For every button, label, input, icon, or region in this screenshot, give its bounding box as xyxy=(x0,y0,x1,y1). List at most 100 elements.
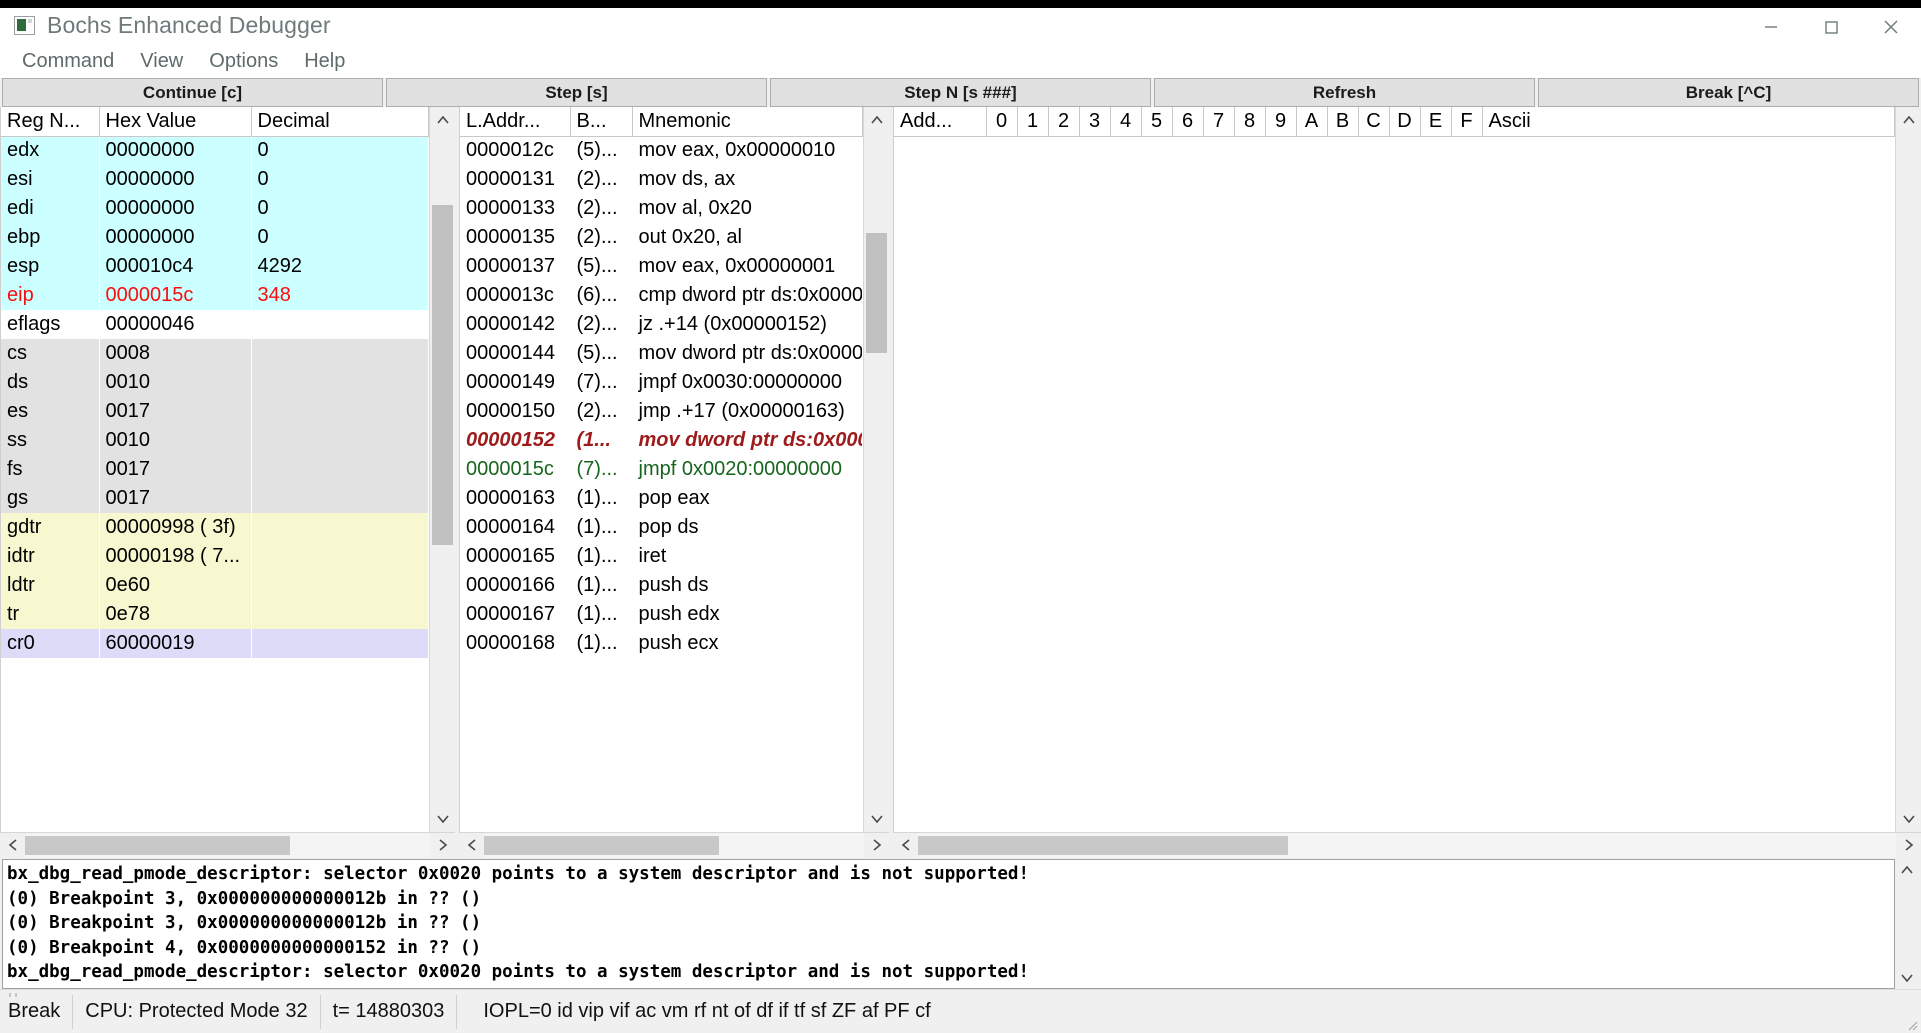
memory-hscroll-thumb[interactable] xyxy=(918,836,1288,855)
menu-item-command[interactable]: Command xyxy=(12,48,124,75)
console-scroll-up-icon[interactable] xyxy=(1895,859,1919,881)
disassembly-scroll-down-icon[interactable] xyxy=(864,806,889,832)
memory-scroll-down-icon[interactable] xyxy=(1896,806,1921,832)
memory-scroll-track[interactable] xyxy=(1896,133,1921,806)
maximize-button[interactable] xyxy=(1801,8,1861,45)
disassembly-row[interactable]: 00000167(1)...push edx xyxy=(460,600,863,629)
register-row[interactable]: cs0008 xyxy=(1,339,429,368)
disassembly-row[interactable]: 00000152(1...mov dword ptr ds:0x000 xyxy=(460,426,863,455)
disassembly-scroll-up-icon[interactable] xyxy=(864,107,889,133)
menu-item-view[interactable]: View xyxy=(130,48,193,75)
disassembly-row[interactable]: 00000150(2)...jmp .+17 (0x00000163) xyxy=(460,397,863,426)
disassembly-row[interactable]: 0000015c(7)...jmpf 0x0020:00000000 xyxy=(460,455,863,484)
disassembly-row[interactable]: 00000166(1)...push ds xyxy=(460,571,863,600)
memory-col-e[interactable]: E xyxy=(1420,107,1451,136)
memory-scroll-up-icon[interactable] xyxy=(1896,107,1921,133)
register-row[interactable]: esp000010c44292 xyxy=(1,252,429,281)
memory-hscroll-right-icon[interactable] xyxy=(1896,833,1921,858)
memory-col-4[interactable]: 4 xyxy=(1110,107,1141,136)
disassembly-hscroll-right-icon[interactable] xyxy=(864,833,889,858)
console-scroll-track[interactable] xyxy=(1895,881,1919,967)
disassembly-col-address[interactable]: L.Addr... xyxy=(460,107,570,136)
disassembly-row[interactable]: 00000133(2)...mov al, 0x20 xyxy=(460,194,863,223)
console-vertical-scrollbar[interactable] xyxy=(1895,859,1919,989)
memory-col-1[interactable]: 1 xyxy=(1017,107,1048,136)
memory-col-6[interactable]: 6 xyxy=(1172,107,1203,136)
memory-col-0[interactable]: 0 xyxy=(986,107,1017,136)
continue-button[interactable]: Continue [c] xyxy=(2,78,383,107)
register-row[interactable]: edx000000000 xyxy=(1,136,429,165)
minimize-button[interactable] xyxy=(1741,8,1801,45)
register-col-name[interactable]: Reg N... xyxy=(1,107,99,136)
register-row[interactable]: idtr00000198 ( 7... xyxy=(1,542,429,571)
memory-col-7[interactable]: 7 xyxy=(1203,107,1234,136)
memory-hscroll-left-icon[interactable] xyxy=(893,833,918,858)
disassembly-hscroll-thumb[interactable] xyxy=(484,836,719,855)
register-hscroll-left-icon[interactable] xyxy=(0,833,25,858)
disassembly-row[interactable]: 00000135(2)...out 0x20, al xyxy=(460,223,863,252)
register-row[interactable]: ldtr0e60 xyxy=(1,571,429,600)
register-row[interactable]: tr0e78 xyxy=(1,600,429,629)
disassembly-col-bytes[interactable]: B... xyxy=(570,107,632,136)
disassembly-row[interactable]: 00000163(1)...pop eax xyxy=(460,484,863,513)
memory-hscroll-track[interactable] xyxy=(918,833,1896,858)
memory-col-9[interactable]: 9 xyxy=(1265,107,1296,136)
disassembly-row[interactable]: 0000013c(6)...cmp dword ptr ds:0x0000 xyxy=(460,281,863,310)
register-scroll-up-icon[interactable] xyxy=(430,107,455,133)
disassembly-row[interactable]: 0000012c(5)...mov eax, 0x00000010 xyxy=(460,136,863,165)
memory-col-d[interactable]: D xyxy=(1389,107,1420,136)
register-row[interactable]: ebp000000000 xyxy=(1,223,429,252)
console-output[interactable]: bx_dbg_read_pmode_descriptor: selector 0… xyxy=(2,859,1895,989)
register-row[interactable]: es0017 xyxy=(1,397,429,426)
register-hscroll-track[interactable] xyxy=(25,833,430,858)
disassembly-hscroll-left-icon[interactable] xyxy=(459,833,484,858)
disassembly-row[interactable]: 00000137(5)...mov eax, 0x00000001 xyxy=(460,252,863,281)
memory-col-b[interactable]: B xyxy=(1327,107,1358,136)
register-vertical-scrollbar[interactable] xyxy=(429,107,455,832)
resize-grip-icon[interactable] xyxy=(1904,1017,1918,1031)
break-button[interactable]: Break [^C] xyxy=(1538,78,1919,107)
disassembly-row[interactable]: 00000142(2)...jz .+14 (0x00000152) xyxy=(460,310,863,339)
register-row[interactable]: eflags00000046 xyxy=(1,310,429,339)
register-row[interactable]: fs0017 xyxy=(1,455,429,484)
register-col-hex[interactable]: Hex Value xyxy=(99,107,251,136)
status-resize-handle[interactable] xyxy=(8,986,30,994)
disassembly-row[interactable]: 00000164(1)...pop ds xyxy=(460,513,863,542)
memory-col-c[interactable]: C xyxy=(1358,107,1389,136)
close-button[interactable] xyxy=(1861,8,1921,45)
disassembly-col-mnemonic[interactable]: Mnemonic xyxy=(632,107,863,136)
register-row[interactable]: cr060000019 xyxy=(1,629,429,658)
register-col-decimal[interactable]: Decimal xyxy=(251,107,429,136)
menu-item-options[interactable]: Options xyxy=(199,48,288,75)
console-scroll-down-icon[interactable] xyxy=(1895,967,1919,989)
register-row[interactable]: gs0017 xyxy=(1,484,429,513)
memory-col-3[interactable]: 3 xyxy=(1079,107,1110,136)
disassembly-row[interactable]: 00000165(1)...iret xyxy=(460,542,863,571)
register-scroll-track[interactable] xyxy=(430,133,455,806)
register-row[interactable]: esi000000000 xyxy=(1,165,429,194)
memory-col-ascii[interactable]: Ascii xyxy=(1482,107,1895,136)
register-row[interactable]: ds0010 xyxy=(1,368,429,397)
register-row[interactable]: eip0000015c348 xyxy=(1,281,429,310)
step-n-button[interactable]: Step N [s ###] xyxy=(770,78,1151,107)
register-hscroll-right-icon[interactable] xyxy=(430,833,455,858)
memory-col-5[interactable]: 5 xyxy=(1141,107,1172,136)
memory-col-address[interactable]: Add... xyxy=(894,107,986,136)
register-scroll-down-icon[interactable] xyxy=(430,806,455,832)
register-horizontal-scrollbar[interactable] xyxy=(0,832,455,857)
disassembly-hscroll-track[interactable] xyxy=(484,833,864,858)
refresh-button[interactable]: Refresh xyxy=(1154,78,1535,107)
disassembly-row[interactable]: 00000149(7)...jmpf 0x0030:00000000 xyxy=(460,368,863,397)
register-row[interactable]: edi000000000 xyxy=(1,194,429,223)
register-row[interactable]: ss0010 xyxy=(1,426,429,455)
menu-item-help[interactable]: Help xyxy=(294,48,355,75)
memory-horizontal-scrollbar[interactable] xyxy=(893,832,1921,857)
memory-col-2[interactable]: 2 xyxy=(1048,107,1079,136)
step-button[interactable]: Step [s] xyxy=(386,78,767,107)
disassembly-scroll-track[interactable] xyxy=(864,133,889,806)
disassembly-vertical-scrollbar[interactable] xyxy=(863,107,889,832)
disassembly-scroll-thumb[interactable] xyxy=(866,233,887,353)
register-hscroll-thumb[interactable] xyxy=(25,836,290,855)
disassembly-row[interactable]: 00000131(2)...mov ds, ax xyxy=(460,165,863,194)
memory-col-a[interactable]: A xyxy=(1296,107,1327,136)
